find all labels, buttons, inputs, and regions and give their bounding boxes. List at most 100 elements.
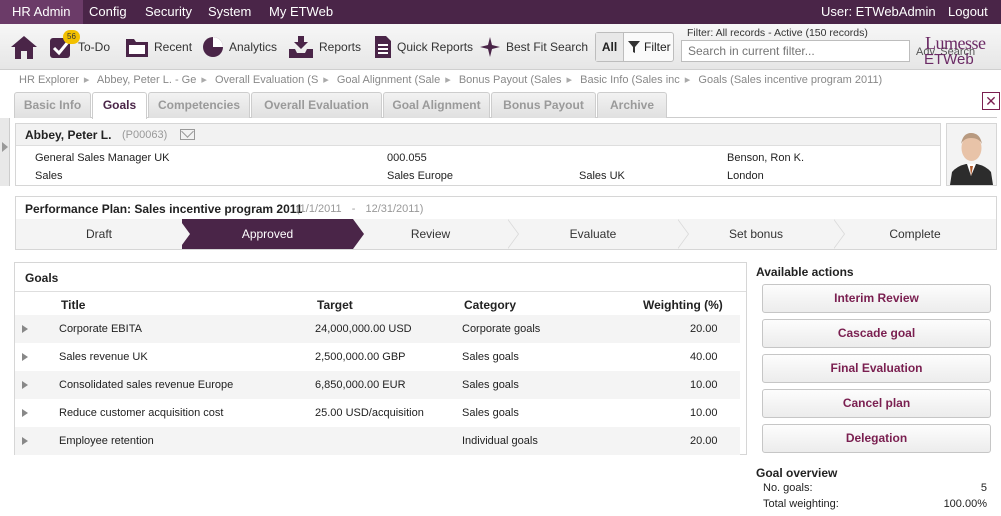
tab-archive[interactable]: Archive [597, 92, 667, 118]
goal-overview-heading: Goal overview [756, 466, 838, 480]
cancel-plan-button[interactable]: Cancel plan [762, 389, 991, 418]
goal-target: 6,850,000.00 EUR [315, 379, 406, 391]
employee-location: London [727, 170, 764, 182]
todo-button[interactable]: 56 To-Do [49, 30, 111, 62]
table-row[interactable]: Reduce customer acquisition cost 25.00 U… [15, 399, 740, 427]
goal-category: Sales goals [462, 351, 519, 363]
employee-position: General Sales Manager UK [35, 152, 170, 164]
menu-my-etweb[interactable]: My ETWeb [269, 4, 333, 19]
breadcrumb-separator: ▸ [566, 74, 573, 86]
logo-text-etweb: ETWeb [924, 51, 974, 68]
step-draft[interactable]: Draft [16, 219, 182, 249]
goal-count-label: No. goals: [763, 482, 813, 494]
search-input[interactable] [681, 40, 910, 62]
logout-link[interactable]: Logout [948, 4, 988, 19]
tab-competencies[interactable]: Competencies [148, 92, 250, 118]
breadcrumb-item[interactable]: Basic Info (Sales inc [580, 74, 680, 86]
folder-icon [126, 39, 148, 57]
column-header-category[interactable]: Category [464, 298, 516, 312]
goal-target: 24,000,000.00 USD [315, 323, 412, 335]
available-actions-heading: Available actions [756, 265, 854, 279]
menu-config[interactable]: Config [89, 4, 127, 19]
goals-heading: Goals [25, 271, 59, 285]
tab-bonus-payout[interactable]: Bonus Payout [491, 92, 596, 118]
expand-arrow-icon[interactable] [22, 409, 28, 417]
toolbar: 56 To-Do Recent Analytics Reports Quick … [0, 24, 1001, 70]
tab-goal-alignment[interactable]: Goal Alignment [383, 92, 490, 118]
expand-arrow-icon[interactable] [22, 381, 28, 389]
cascade-goal-button[interactable]: Cascade goal [762, 319, 991, 348]
total-weighting-value: 100.00% [943, 498, 987, 510]
step-review[interactable]: Review [353, 219, 508, 249]
pie-chart-icon [203, 37, 223, 57]
goal-title: Reduce customer acquisition cost [59, 407, 224, 419]
breadcrumb-item-current: Goals (Sales incentive program 2011) [698, 74, 883, 86]
goal-target: 2,500,000.00 GBP [315, 351, 406, 363]
step-evaluate[interactable]: Evaluate [508, 219, 678, 249]
expand-arrow-icon[interactable] [22, 437, 28, 445]
employee-cost-center: 000.055 [387, 152, 427, 164]
expand-arrow-icon[interactable] [22, 325, 28, 333]
reports-button[interactable]: Reports [288, 32, 361, 62]
menu-system[interactable]: System [208, 4, 251, 19]
avatar [946, 123, 997, 186]
interim-review-button[interactable]: Interim Review [762, 284, 991, 313]
plan-title: Performance Plan: Sales incentive progra… [25, 202, 303, 216]
breadcrumb-separator: ▸ [684, 74, 691, 86]
all-records-button[interactable]: All [596, 33, 624, 61]
tab-goals[interactable]: Goals [92, 92, 147, 119]
menu-hr-admin[interactable]: HR Admin [0, 0, 83, 24]
goal-target: 25.00 USD/acquisition [315, 407, 424, 419]
table-row[interactable]: Consolidated sales revenue Europe 6,850,… [15, 371, 740, 399]
quick-reports-button[interactable]: Quick Reports [374, 32, 473, 62]
filter-status: Filter: All records - Active (150 record… [687, 27, 868, 39]
breadcrumb-item[interactable]: HR Explorer [19, 74, 79, 86]
todo-label: To-Do [78, 40, 111, 54]
sidebar-toggle[interactable] [0, 118, 10, 186]
best-fit-search-button[interactable]: Best Fit Search [479, 32, 588, 62]
best-fit-search-label: Best Fit Search [506, 40, 589, 54]
step-arrow [353, 219, 364, 249]
table-row[interactable]: Sales revenue UK 2,500,000.00 GBP Sales … [15, 343, 740, 371]
menu-security[interactable]: Security [145, 4, 192, 19]
tab-basic-info[interactable]: Basic Info [14, 92, 91, 118]
analytics-button[interactable]: Analytics [202, 32, 277, 62]
close-icon[interactable]: ✕ [982, 92, 1000, 110]
breadcrumb-item[interactable]: Goal Alignment (Sale [337, 74, 440, 86]
employee-id: (P00063) [122, 129, 168, 141]
breadcrumb-item[interactable]: Bonus Payout (Sales [459, 74, 562, 86]
delegation-button[interactable]: Delegation [762, 424, 991, 453]
goal-category: Sales goals [462, 379, 519, 391]
column-header-target[interactable]: Target [317, 298, 353, 312]
step-approved[interactable]: Approved [182, 219, 353, 249]
goal-weighting: 10.00 [690, 407, 718, 419]
recent-button[interactable]: Recent [125, 32, 192, 62]
step-set-bonus[interactable]: Set bonus [678, 219, 834, 249]
analytics-label: Analytics [229, 40, 278, 54]
breadcrumb: HR Explorer ▸ Abbey, Peter L. - Ge ▸ Overa… [19, 73, 882, 86]
employee-unit: Sales UK [579, 170, 625, 182]
plan-dates: (1/1/2011 - 12/31/2011) [296, 203, 423, 215]
final-evaluation-button[interactable]: Final Evaluation [762, 354, 991, 383]
total-weighting-label: Total weighting: [763, 498, 839, 510]
table-row[interactable]: Employee retention Individual goals 20.0… [15, 427, 740, 455]
breadcrumb-separator: ▸ [83, 74, 90, 86]
mail-icon[interactable] [180, 129, 195, 140]
performance-plan-panel: Performance Plan: Sales incentive progra… [15, 196, 997, 250]
column-header-weighting[interactable]: Weighting (%) [643, 298, 723, 312]
tab-overall-evaluation[interactable]: Overall Evaluation [251, 92, 382, 118]
quick-reports-label: Quick Reports [397, 40, 474, 54]
filter-button[interactable]: Filter [624, 33, 673, 61]
column-header-title[interactable]: Title [61, 298, 85, 312]
table-row[interactable]: Corporate EBITA 24,000,000.00 USD Corpor… [15, 315, 740, 343]
home-button[interactable] [10, 32, 38, 62]
step-complete[interactable]: Complete [834, 219, 996, 249]
goal-count-value: 5 [980, 482, 987, 494]
employee-card: Abbey, Peter L. (P00063) General Sales M… [15, 123, 941, 186]
breadcrumb-item[interactable]: Overall Evaluation (S [215, 74, 318, 86]
expand-arrow-icon[interactable] [22, 353, 28, 361]
employee-photo [947, 124, 996, 185]
lumesse-logo: Lumesse ETWeb [922, 33, 1000, 68]
goal-category: Corporate goals [462, 323, 541, 335]
breadcrumb-item[interactable]: Abbey, Peter L. - Ge [97, 74, 196, 86]
